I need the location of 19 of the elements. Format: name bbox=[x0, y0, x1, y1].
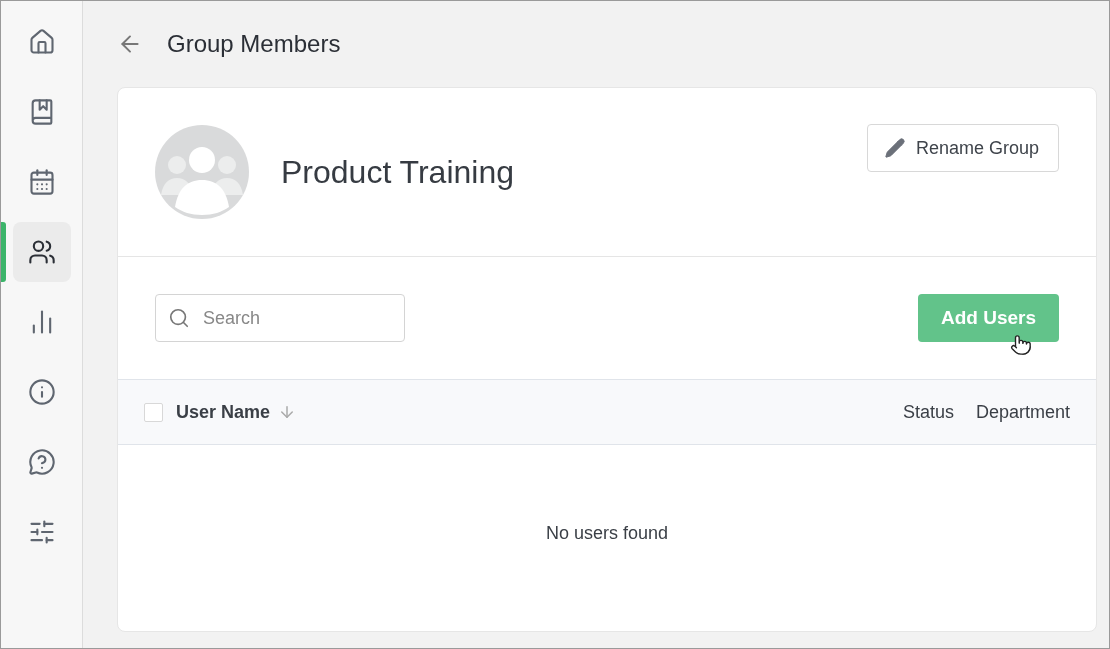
info-icon bbox=[27, 378, 56, 406]
page-title: Group Members bbox=[167, 30, 341, 58]
pencil-icon bbox=[883, 137, 906, 159]
search-field[interactable]: Search bbox=[155, 294, 405, 342]
column-header[interactable]: Department bbox=[975, 401, 1070, 423]
hand-cursor-icon bbox=[1009, 334, 1032, 356]
select-all-checkbox[interactable] bbox=[144, 402, 163, 422]
group-avatar-icon bbox=[155, 125, 249, 219]
rename-group-button[interactable]: Rename Group bbox=[866, 124, 1059, 172]
group-name: Product Training bbox=[281, 153, 515, 191]
column-header[interactable]: Status bbox=[902, 401, 954, 423]
calendar-icon bbox=[27, 168, 56, 196]
empty-message: No users found bbox=[545, 522, 669, 544]
home-icon bbox=[27, 28, 56, 56]
question-bubble-icon bbox=[27, 448, 56, 476]
search-icon bbox=[168, 307, 190, 329]
column-header[interactable]: User Name bbox=[176, 401, 881, 423]
users-icon bbox=[27, 238, 56, 266]
active-indicator bbox=[0, 222, 6, 282]
